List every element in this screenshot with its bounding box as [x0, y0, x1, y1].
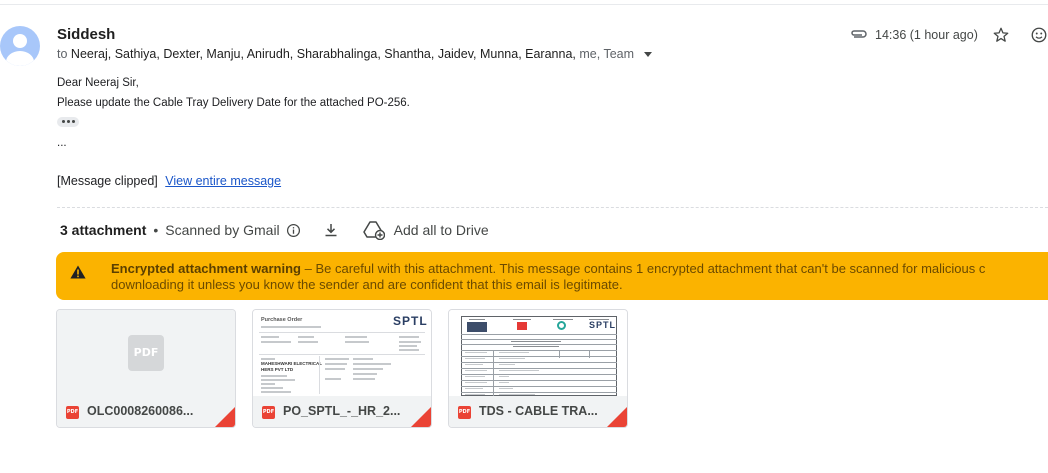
attachment-filename: OLC0008260086...	[87, 404, 194, 418]
attachment-footer: PDF PO_SPTL_-_HR_2...	[253, 396, 431, 427]
message-clipped-notice: [Message clipped] View entire message	[57, 174, 281, 188]
pdf-icon: PDF	[128, 335, 164, 371]
header-divider	[0, 4, 1048, 5]
attachment-filename: TDS - CABLE TRA...	[479, 404, 598, 418]
view-entire-message-link[interactable]: View entire message	[165, 174, 281, 188]
show-trimmed-content-button[interactable]	[57, 117, 79, 127]
attachment-count: 3 attachment	[60, 222, 147, 238]
attachment-filename: PO_SPTL_-_HR_2...	[283, 404, 401, 418]
sender-name: Siddesh	[57, 26, 116, 43]
attachment-card[interactable]: PDF PDF OLC0008260086...	[56, 309, 236, 428]
po-supplier: MAHESHWARI ELECTRICAL	[261, 361, 322, 366]
chevron-down-icon[interactable]	[643, 52, 652, 58]
attachment-thumbnail: SPTL	[449, 310, 627, 396]
attachment-footer: PDF TDS - CABLE TRA...	[449, 396, 627, 427]
scanned-by-gmail-label: Scanned by Gmail	[165, 222, 280, 238]
recipients-line[interactable]: to Neeraj, Sathiya, Dexter, Manju, Aniru…	[57, 47, 652, 61]
paperclip-icon	[851, 30, 867, 38]
separator-dot: •	[153, 222, 159, 238]
email-greeting: Dear Neeraj Sir,	[57, 77, 139, 89]
sptl-logo: SPTL	[393, 314, 428, 328]
drive-add-icon[interactable]	[362, 220, 385, 240]
attachments-divider	[57, 207, 1048, 208]
recipients-list: Neeraj, Sathiya, Dexter, Manju, Anirudh,…	[71, 47, 634, 61]
email-body-line: Please update the Cable Tray Delivery Da…	[57, 97, 410, 109]
pdf-corner-icon	[411, 407, 431, 427]
warning-icon	[70, 265, 86, 279]
timestamp: 14:36 (1 hour ago)	[875, 28, 978, 42]
warning-body: Be careful with this attachment. This me…	[315, 261, 986, 276]
avatar-icon	[6, 34, 34, 66]
info-icon[interactable]	[286, 223, 301, 238]
attachments-toolbar: 3 attachment • Scanned by Gmail Add all …	[60, 220, 489, 240]
attachment-thumbnail: Purchase Order SPTL MAHESHWARI ELECTRICA…	[253, 310, 431, 396]
to-label: to	[57, 47, 68, 61]
attachment-footer: PDF OLC0008260086...	[57, 396, 235, 427]
po-title: Purchase Order	[261, 317, 303, 323]
avatar[interactable]	[0, 26, 40, 66]
po-preview: Purchase Order SPTL MAHESHWARI ELECTRICA…	[253, 310, 431, 396]
warning-dash: –	[300, 261, 316, 276]
attachment-card[interactable]: Purchase Order SPTL MAHESHWARI ELECTRICA…	[252, 309, 432, 428]
clipped-label: [Message clipped]	[57, 174, 158, 188]
pdf-corner-icon	[215, 407, 235, 427]
pdf-icon: PDF	[262, 406, 275, 419]
star-icon[interactable]	[992, 26, 1010, 44]
po-supplier-2: HERS PVT LTD	[261, 367, 294, 372]
attachment-card[interactable]: SPTL PDF TDS - CABLE TRA...	[448, 309, 628, 428]
warning-title: Encrypted attachment warning	[111, 261, 301, 276]
warning-message: Encrypted attachment warning – Be carefu…	[111, 261, 1048, 293]
recipients-names: Neeraj, Sathiya, Dexter, Manju, Anirudh,…	[70, 47, 576, 61]
pdf-icon: PDF	[458, 406, 471, 419]
recipients-tail: me, Team	[579, 47, 635, 61]
sptl-logo: SPTL	[589, 320, 617, 330]
attachment-thumbnail: PDF	[57, 310, 235, 396]
pdf-icon: PDF	[66, 406, 79, 419]
warning-body-line2: downloading it unless you know the sende…	[111, 277, 623, 292]
encrypted-attachment-warning: Encrypted attachment warning – Be carefu…	[56, 252, 1048, 300]
emoji-icon[interactable]	[1030, 26, 1048, 44]
add-all-to-drive-button[interactable]: Add all to Drive	[394, 222, 489, 238]
ellipsis-text: ...	[57, 137, 67, 149]
tds-preview: SPTL	[449, 310, 627, 396]
download-icon[interactable]	[323, 222, 339, 238]
pdf-corner-icon	[607, 407, 627, 427]
